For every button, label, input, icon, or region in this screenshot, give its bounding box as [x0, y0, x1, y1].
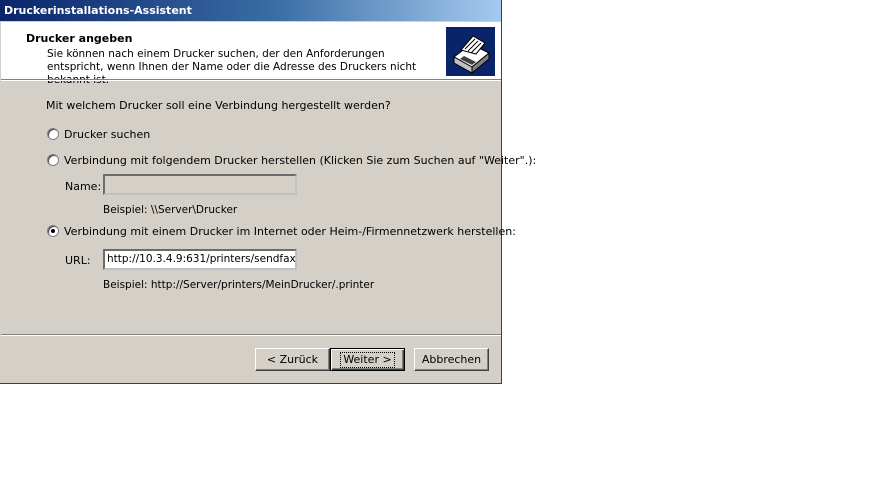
next-button[interactable]: Weiter >: [330, 348, 405, 371]
window-title: Druckerinstallations-Assistent: [4, 4, 192, 17]
url-input[interactable]: http://10.3.4.9:631/printers/sendfax: [103, 249, 297, 270]
printer-wizard-window: Druckerinstallations-Assistent Drucker a…: [0, 0, 536, 384]
url-input-value: http://10.3.4.9:631/printers/sendfax: [107, 253, 296, 265]
option-label-connect-named-printer[interactable]: Verbindung mit folgendem Drucker herstel…: [64, 154, 536, 167]
option-label-search-printer[interactable]: Drucker suchen: [64, 128, 150, 141]
url-example: Beispiel: http://Server/printers/MeinDru…: [103, 279, 375, 291]
cancel-button[interactable]: Abbrechen: [414, 348, 489, 371]
next-button-label: Weiter >: [340, 352, 395, 368]
option-label-connect-internet-printer[interactable]: Verbindung mit einem Drucker im Internet…: [64, 225, 516, 238]
radio-search-printer[interactable]: [47, 128, 59, 140]
radio-connect-named-printer[interactable]: [47, 154, 59, 166]
radio-connect-internet-printer[interactable]: [47, 225, 59, 237]
url-field-label: URL:: [65, 254, 91, 267]
wizard-header: Drucker angeben Sie können nach einem Dr…: [1, 22, 501, 86]
connection-question: Mit welchem Drucker soll eine Verbindung…: [46, 99, 391, 112]
footer-separator: [1, 334, 501, 336]
name-input[interactable]: [103, 174, 297, 195]
header-title: Drucker angeben: [26, 32, 133, 45]
back-button[interactable]: < Zurück: [255, 348, 330, 371]
title-bar[interactable]: Druckerinstallations-Assistent: [0, 0, 501, 21]
printer-icon: [446, 27, 495, 76]
header-description: Sie können nach einem Drucker suchen, de…: [47, 48, 417, 86]
cancel-button-label: Abbrechen: [421, 353, 482, 366]
name-field-label: Name:: [65, 180, 102, 193]
back-button-label: < Zurück: [266, 353, 319, 366]
name-example: Beispiel: \\Server\Drucker: [103, 204, 238, 216]
header-separator: [1, 79, 501, 81]
